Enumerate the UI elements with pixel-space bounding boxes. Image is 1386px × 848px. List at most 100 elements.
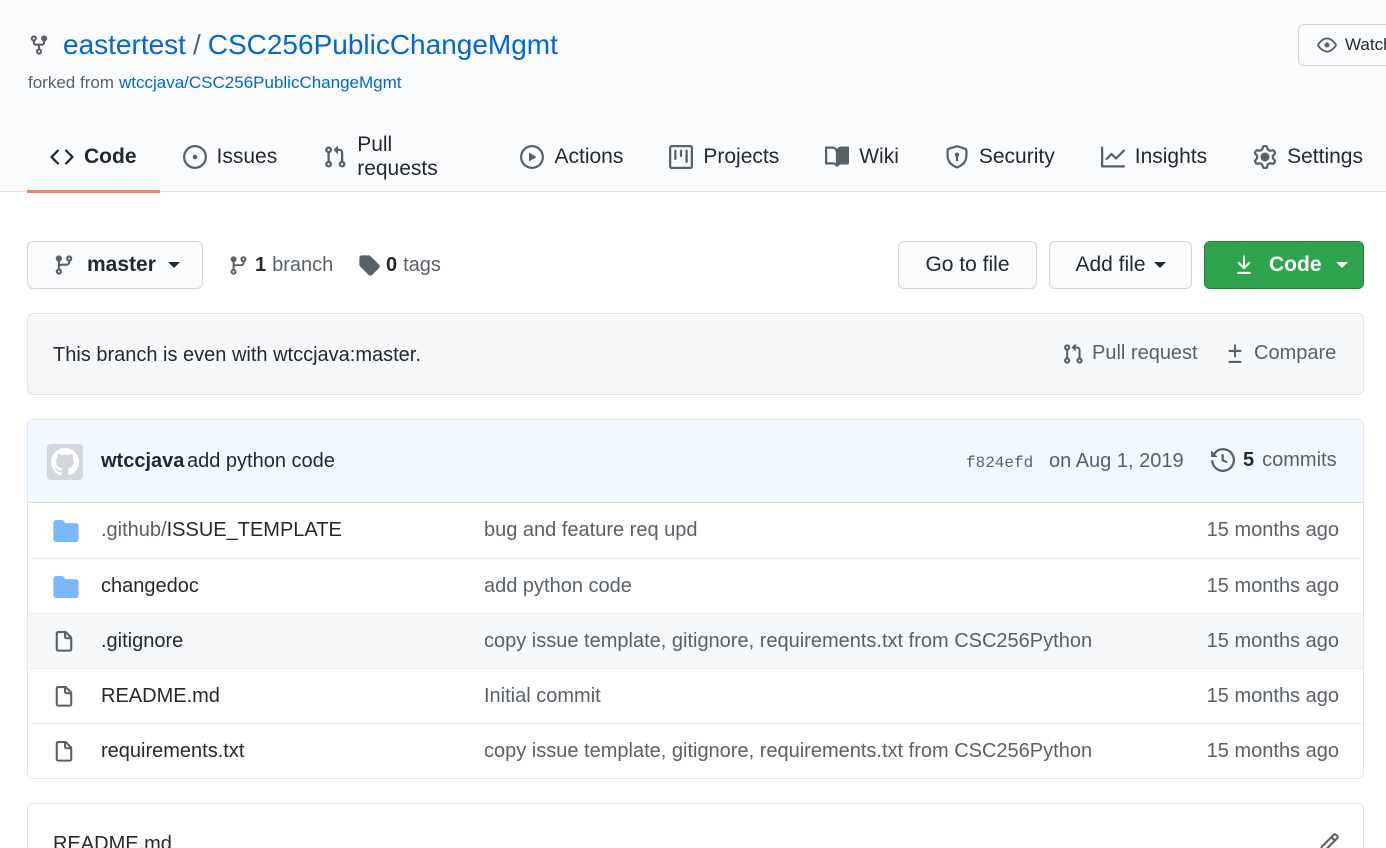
forked-source-link[interactable]: wtccjava/CSC256PublicChangeMgmt [119,73,402,93]
readme-title: README.md [53,833,172,848]
chevron-down-icon [1335,262,1348,268]
file-name-link[interactable]: .gitignore [101,630,183,653]
branch-select-button[interactable]: master [27,241,203,289]
repo-header: eastertest / CSC256PublicChangeMgmt fork… [0,0,1386,193]
git-branch-icon [53,254,75,276]
avatar[interactable] [47,444,83,480]
file-list: wtccjava add python code f824efd on Aug … [27,419,1364,779]
commit-author-link[interactable]: wtccjava [101,450,184,473]
folder-icon [53,520,79,542]
repo-forked-icon [28,32,50,58]
forked-from: forked from wtccjava/CSC256PublicChangeM… [28,73,402,93]
commit-sha-link[interactable]: f824efd [966,454,1033,472]
file-path-prefix: .github/ [101,519,167,541]
chevron-down-icon [1153,262,1166,268]
tab-wiki[interactable]: Wiki [802,122,922,192]
tab-security[interactable]: Security [922,122,1078,192]
file-commit-message[interactable]: Initial commit [484,685,601,708]
forked-from-label: forked from [28,73,114,92]
tab-projects[interactable]: Projects [646,122,802,192]
commit-message-link[interactable]: add python code [187,450,335,473]
go-to-file-button[interactable]: Go to file [898,241,1037,289]
code-download-button[interactable]: Code [1204,241,1364,289]
book-icon [825,145,850,169]
issue-icon [182,145,207,169]
file-commit-message[interactable]: add python code [484,575,632,598]
pull-request-icon [323,145,347,169]
diff-icon [1224,343,1246,365]
tab-insights-label: Insights [1134,145,1208,168]
watch-button[interactable]: Watch [1298,24,1386,66]
file-age: 15 months ago [1206,740,1339,762]
file-age: 15 months ago [1206,685,1339,707]
tab-pull-requests[interactable]: Pull requests [300,122,497,192]
commit-count: 5 [1243,448,1255,471]
commit-history-link[interactable]: 5 commits [1211,448,1337,472]
tab-issues[interactable]: Issues [160,122,301,192]
tab-actions-label: Actions [554,145,624,168]
gear-icon [1253,145,1277,169]
branch-name: master [87,253,156,276]
watch-label: Watch [1345,35,1386,54]
file-name-link[interactable]: .github/ISSUE_TEMPLATE [101,519,342,542]
file-row[interactable]: requirements.txt copy issue template, gi… [28,723,1363,778]
file-age: 15 months ago [1206,630,1339,652]
project-icon [669,145,694,169]
commit-date: on Aug 1, 2019 [1049,450,1184,472]
file-icon [53,741,75,763]
file-name-link[interactable]: README.md [101,685,220,708]
repo-title: eastertest / CSC256PublicChangeMgmt [28,28,558,62]
chevron-down-icon [167,262,180,268]
file-commit-message[interactable]: copy issue template, gitignore, requirem… [484,630,1092,653]
file-icon [53,631,75,653]
history-icon [1211,448,1235,472]
pull-request-icon [1062,343,1084,365]
shield-icon [945,145,969,169]
graph-icon [1100,145,1125,169]
file-row[interactable]: .gitignore copy issue template, gitignor… [28,613,1363,668]
tab-insights[interactable]: Insights [1078,122,1230,192]
file-commit-message[interactable]: copy issue template, gitignore, requirem… [484,740,1092,763]
eye-icon [1317,35,1337,55]
play-icon [520,145,545,169]
file-name: ISSUE_TEMPLATE [166,519,342,541]
branches-link[interactable]: 1 branch [228,251,333,279]
tab-actions[interactable]: Actions [497,122,646,192]
readme-box: README.md [27,803,1364,848]
compare-label: Compare [1254,342,1337,364]
tab-settings[interactable]: Settings [1230,122,1386,192]
folder-icon [53,576,79,598]
pencil-icon[interactable] [1318,832,1340,848]
tab-projects-label: Projects [703,145,780,168]
latest-commit-bar: wtccjava add python code f824efd on Aug … [28,420,1363,503]
file-icon [53,686,75,708]
pull-request-link[interactable]: Pull request [1062,342,1198,365]
code-button-label: Code [1269,253,1322,276]
commit-count-label: commits [1262,448,1337,471]
compare-link[interactable]: Compare [1224,342,1336,365]
git-branch-icon [228,255,249,276]
repo-name-link[interactable]: CSC256PublicChangeMgmt [208,29,558,61]
pull-request-label: Pull request [1092,342,1198,364]
file-row[interactable]: .github/ISSUE_TEMPLATE bug and feature r… [28,503,1363,558]
tags-link[interactable]: 0 tags [358,251,441,279]
tab-code-label: Code [84,145,137,168]
file-commit-message[interactable]: bug and feature req upd [484,519,698,542]
file-name-link[interactable]: changedoc [101,575,199,598]
repo-tabs: Code Issues Pull requests Actions Projec… [27,122,1386,193]
file-row[interactable]: changedoc add python code 15 months ago [28,558,1363,613]
tab-code[interactable]: Code [27,122,160,193]
file-name-link[interactable]: requirements.txt [101,740,244,763]
file-row[interactable]: README.md Initial commit 15 months ago [28,668,1363,723]
add-file-label: Add file [1075,253,1146,276]
branch-status-text: This branch is even with wtccjava:master… [53,344,421,366]
tab-pull-requests-label: Pull requests [357,133,438,180]
add-file-button[interactable]: Add file [1049,241,1192,289]
repo-owner-link[interactable]: eastertest [63,29,186,61]
branch-count: 1 [255,253,267,276]
code-icon [50,145,74,169]
tab-wiki-label: Wiki [859,145,899,168]
tab-settings-label: Settings [1287,145,1363,168]
path-separator: / [192,29,201,60]
file-age: 15 months ago [1206,519,1339,541]
